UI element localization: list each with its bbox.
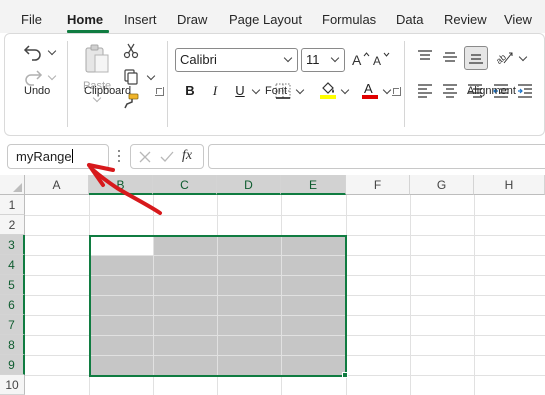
annotation-arrow-icon (87, 163, 162, 215)
